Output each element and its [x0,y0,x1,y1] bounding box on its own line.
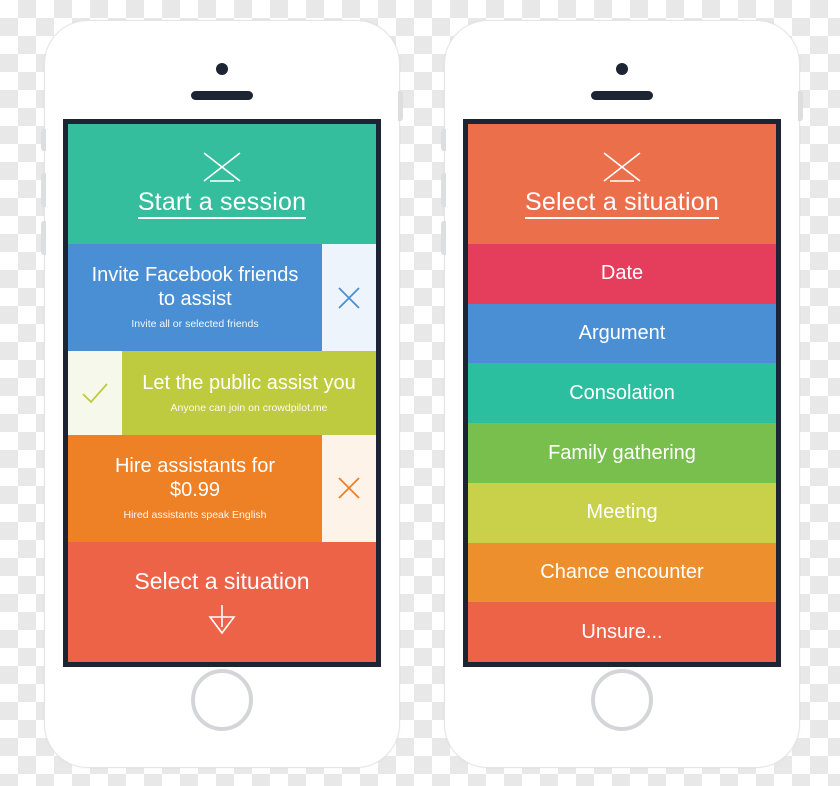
option-hire-assistants[interactable]: Hire assistants for $0.99 Hired assistan… [68,434,376,542]
situation-label: Consolation [569,381,675,404]
option-invite-facebook-friends[interactable]: Invite Facebook friends to assist Invite… [68,244,376,352]
option-let-public-assist[interactable]: Let the public assist you Anyone can joi… [68,351,376,435]
situation-label: Date [600,262,644,285]
power-button[interactable] [398,91,403,121]
hourglass-x-logo [603,151,641,182]
start-session-header: Start a session [68,124,376,244]
situation-item-date[interactable]: Date [468,244,776,304]
right-phone-screen: Select a situation Date Argument Consola… [463,119,781,667]
situation-item-family-gathering[interactable]: Family gathering [468,423,776,483]
volume-up-button[interactable] [41,173,46,207]
option-let-public-content[interactable]: Let the public assist you Anyone can joi… [122,351,376,434]
volume-down-button[interactable] [441,221,446,255]
earpiece-speaker [591,91,653,100]
volume-up-button[interactable] [441,173,446,207]
select-situation-button[interactable]: Select a situation [68,541,376,662]
earpiece-speaker [191,91,253,100]
arrow-down-icon [208,605,236,635]
volume-down-button[interactable] [41,221,46,255]
home-button[interactable] [591,669,653,731]
option-title: Invite Facebook friends to assist [91,264,299,311]
close-x-icon [338,287,360,309]
option-let-public-confirm[interactable] [68,351,122,435]
situation-label: Chance encounter [540,560,704,583]
power-button[interactable] [798,91,803,121]
option-title-line2: $0.99 [169,479,221,501]
check-icon [82,383,108,404]
page-title: Select a situation [525,188,719,219]
mute-switch[interactable] [441,129,446,151]
select-situation-header: Select a situation [468,124,776,244]
situation-item-meeting[interactable]: Meeting [468,482,776,543]
option-hire-assistants-dismiss[interactable] [322,434,376,542]
situation-label: Unsure... [581,620,663,643]
hourglass-x-logo [203,151,241,182]
select-situation-label: Select a situation [134,567,310,594]
option-subtitle: Hired assistants speak English [123,509,267,521]
option-subtitle: Invite all or selected friends [131,318,259,331]
situation-label: Argument [578,322,666,345]
option-title-line1: Hire assistants for [114,455,276,477]
option-subtitle: Anyone can join on crowdpilot.me [170,401,328,414]
situation-item-chance-encounter[interactable]: Chance encounter [468,542,776,603]
phone-left: Start a session Invite Facebook friends … [41,20,403,768]
option-invite-facebook-dismiss[interactable] [322,244,376,352]
camera-dot [616,63,628,75]
close-x-icon [338,477,360,499]
situation-label: Family gathering [548,441,696,464]
situation-item-consolation[interactable]: Consolation [468,363,776,424]
page-title: Start a session [137,188,307,219]
phone-right: Select a situation Date Argument Consola… [441,20,803,768]
mute-switch[interactable] [41,129,46,151]
left-phone-screen: Start a session Invite Facebook friends … [63,119,381,667]
option-title: Let the public assist you [142,371,356,394]
situation-label: Meeting [586,501,658,524]
home-button[interactable] [191,669,253,731]
situation-item-unsure[interactable]: Unsure... [468,602,776,662]
situation-item-argument[interactable]: Argument [468,303,776,364]
camera-dot [216,63,228,75]
option-invite-facebook-content[interactable]: Invite Facebook friends to assist Invite… [68,244,322,351]
option-hire-assistants-content[interactable]: Hire assistants for $0.99 Hired assistan… [68,435,322,542]
